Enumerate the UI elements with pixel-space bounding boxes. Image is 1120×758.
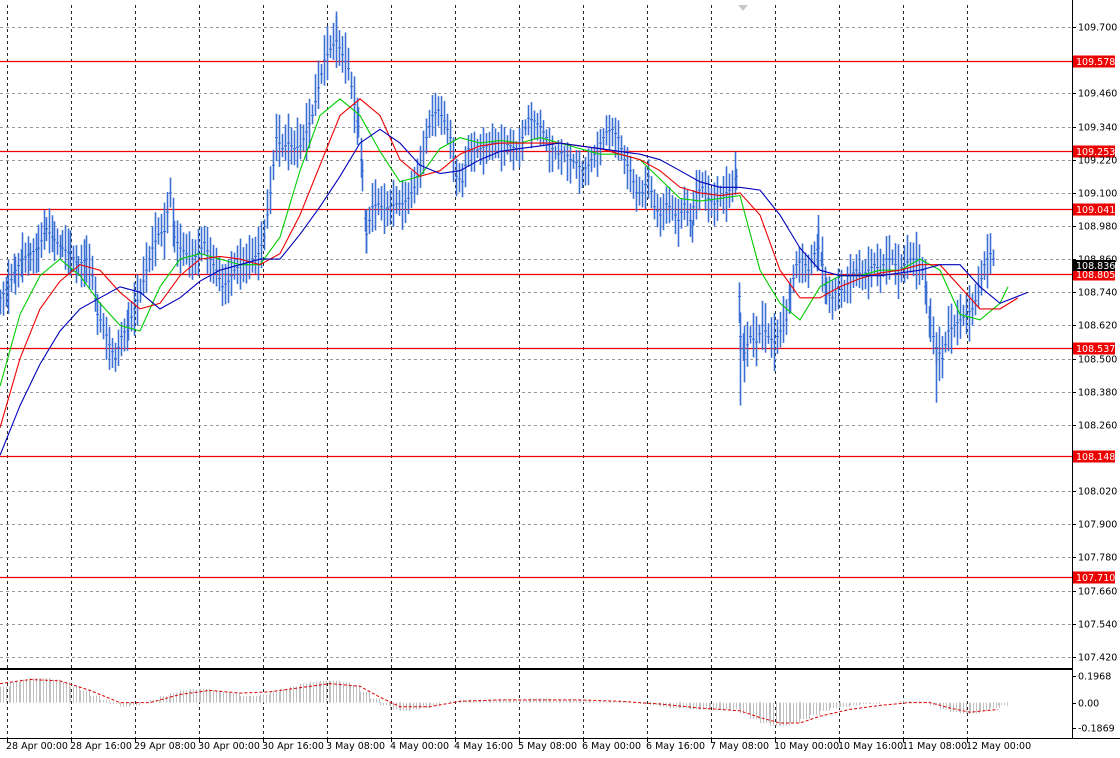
osc-tick-label: 0.1968 <box>1078 672 1111 683</box>
time-tick-label: 6 May 16:00 <box>646 741 705 752</box>
time-tick-label: 7 May 08:00 <box>710 741 769 752</box>
forex-chart[interactable]: 109.578109.253109.041108.805108.537108.1… <box>0 0 1120 758</box>
time-tick-label: 3 May 08:00 <box>326 741 385 752</box>
price-tick-label: 108.260 <box>1078 421 1117 432</box>
time-tick-label: 30 Apr 00:00 <box>198 741 260 752</box>
price-tick-label: 108.980 <box>1078 222 1117 233</box>
price-tick-label: 108.740 <box>1078 288 1117 299</box>
time-tick-label: 28 Apr 00:00 <box>6 741 68 752</box>
time-tick-label: 12 May 00:00 <box>966 741 1031 752</box>
time-tick-label: 10 May 16:00 <box>838 741 903 752</box>
time-tick-label: 11 May 08:00 <box>902 741 967 752</box>
price-tick-label: 107.780 <box>1078 553 1117 564</box>
level-label: 108.537 <box>1076 344 1115 355</box>
time-tick-label: 4 May 00:00 <box>390 741 449 752</box>
time-tick-label: 4 May 16:00 <box>454 741 513 752</box>
current-price-label: 108.836 <box>1076 261 1115 272</box>
time-tick-label: 5 May 08:00 <box>518 741 577 752</box>
level-label: 109.578 <box>1076 57 1115 68</box>
osc-tick-label: 0.00 <box>1078 699 1099 710</box>
price-tick-label: 109.700 <box>1078 23 1117 34</box>
time-tick-label: 28 Apr 16:00 <box>70 741 132 752</box>
time-tick-label: 30 Apr 16:00 <box>262 741 324 752</box>
price-tick-label: 107.420 <box>1078 653 1117 664</box>
level-label: 108.148 <box>1076 452 1115 463</box>
price-tick-label: 108.620 <box>1078 321 1117 332</box>
price-tick-label: 107.900 <box>1078 520 1117 531</box>
price-tick-label: 108.500 <box>1078 355 1117 366</box>
price-tick-label: 108.380 <box>1078 388 1117 399</box>
osc-tick-label: -0.1869 <box>1078 724 1115 735</box>
time-tick-label: 6 May 00:00 <box>582 741 641 752</box>
price-tick-label: 107.540 <box>1078 620 1117 631</box>
time-tick-label: 29 Apr 08:00 <box>134 741 196 752</box>
price-tick-label: 109.460 <box>1078 89 1117 100</box>
chart-background <box>0 0 1120 758</box>
price-tick-label: 109.340 <box>1078 123 1117 134</box>
level-label: 109.041 <box>1076 205 1115 216</box>
price-tick-label: 109.220 <box>1078 156 1117 167</box>
price-tick-label: 108.020 <box>1078 487 1117 498</box>
time-tick-label: 10 May 00:00 <box>774 741 839 752</box>
level-label: 107.710 <box>1076 573 1115 584</box>
price-tick-label: 107.660 <box>1078 587 1117 598</box>
price-tick-label: 109.100 <box>1078 189 1117 200</box>
